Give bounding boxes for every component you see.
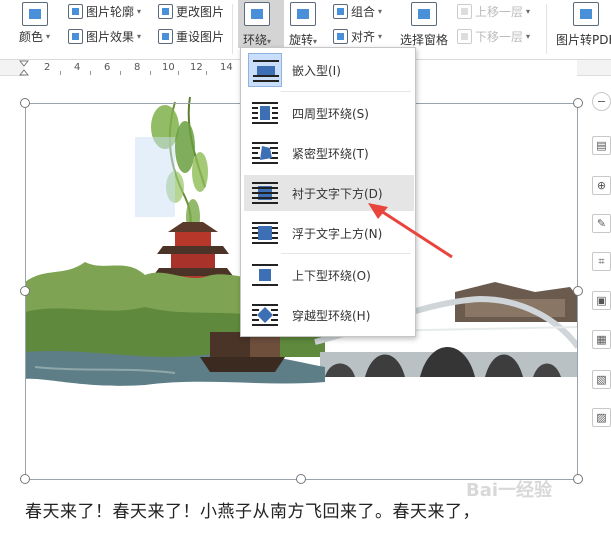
wrap-button[interactable]: 环绕▾ xyxy=(243,2,271,48)
menu-item-label: 上下型环绕(O) xyxy=(292,268,371,283)
menu-item-label: 四周型环绕(S) xyxy=(292,106,369,121)
resize-handle-e[interactable] xyxy=(573,286,583,296)
group-icon xyxy=(333,4,348,19)
picture-quick-tools: − ▤ ⊕ ✎ ⌗ ▣ ▦ ▧ ▨ xyxy=(590,92,611,440)
chevron-down-icon: ▾ xyxy=(526,32,531,41)
selpane-label: 选择窗格 xyxy=(400,33,449,47)
align-icon xyxy=(333,29,348,44)
color-dropdown[interactable]: 颜色 ▾ xyxy=(2,28,50,45)
send-backward-icon xyxy=(457,29,472,44)
collapse-icon[interactable]: − xyxy=(592,92,611,111)
menu-item-inline[interactable]: 嵌入型(I) xyxy=(244,52,414,88)
align-button[interactable]: 对齐 ▾ xyxy=(333,28,382,45)
wrap-dropdown-menu: 嵌入型(I) 四周型环绕(S) 紧密型环绕(T) 衬于文字下方(D) 浮于文字上… xyxy=(240,47,416,337)
bring-forward-button[interactable]: 上移一层 ▾ xyxy=(457,3,530,20)
effect-label: 图片效果 xyxy=(86,30,135,44)
color-icon xyxy=(22,2,48,26)
menu-item-through[interactable]: 穿越型环绕(H) xyxy=(244,297,414,333)
reset-picture-button[interactable]: 重设图片 xyxy=(158,28,224,45)
pdf-icon xyxy=(572,2,599,26)
picture-effect-icon xyxy=(68,29,83,44)
effect-button[interactable]: 图片效果 ▾ xyxy=(68,28,141,45)
color-button[interactable] xyxy=(22,2,48,31)
rotate-icon xyxy=(290,2,317,26)
rotate-button[interactable]: 旋转▾ xyxy=(289,2,317,48)
send-backward-label: 下移一层 xyxy=(475,30,524,44)
resize-handle-w[interactable] xyxy=(20,286,30,296)
chevron-down-icon: ▾ xyxy=(137,32,142,41)
to-pdf-label: 图片转PDF xyxy=(556,33,611,47)
send-backward-button[interactable]: 下移一层 ▾ xyxy=(457,28,530,45)
chevron-down-icon: ▾ xyxy=(378,32,383,41)
chevron-down-icon: ▾ xyxy=(313,37,318,46)
chevron-down-icon: ▾ xyxy=(526,7,531,16)
ruler-number: 14 xyxy=(220,62,233,73)
change-picture-icon xyxy=(158,4,173,19)
edit-picture-icon[interactable]: ✎ xyxy=(592,214,611,233)
group-button[interactable]: 组合 ▾ xyxy=(333,3,382,20)
wrap-through-icon xyxy=(248,298,282,332)
wrap-inline-icon xyxy=(248,53,282,87)
align-label: 对齐 xyxy=(351,30,376,44)
ruler-number: 4 xyxy=(74,62,81,73)
picture-style-icon[interactable]: ▦ xyxy=(592,330,611,349)
change-picture-button[interactable]: 更改图片 xyxy=(158,3,224,20)
chevron-down-icon: ▾ xyxy=(137,7,142,16)
menu-item-label: 紧密型环绕(T) xyxy=(292,146,369,161)
wrap-behind-text-icon xyxy=(248,176,282,210)
resize-handle-ne[interactable] xyxy=(573,98,583,108)
rotate-label: 旋转 xyxy=(289,33,314,47)
ruler-number: 8 xyxy=(134,62,141,73)
menu-item-label: 穿越型环绕(H) xyxy=(292,308,371,323)
layout-options-icon[interactable]: ▤ xyxy=(592,136,611,155)
to-pdf-button[interactable]: 图片转PDF xyxy=(556,2,611,48)
ruler-number: 10 xyxy=(162,62,175,73)
outline-label: 图片轮廓 xyxy=(86,5,135,19)
resize-handle-sw[interactable] xyxy=(20,474,30,484)
ruler-indent-marker[interactable] xyxy=(18,60,30,76)
wrap-top-bottom-icon xyxy=(248,258,282,292)
resize-handle-nw[interactable] xyxy=(20,98,30,108)
selection-pane-button[interactable]: 选择窗格 xyxy=(400,2,448,48)
bring-forward-icon xyxy=(457,4,472,19)
outline-button[interactable]: 图片轮廓 ▾ xyxy=(68,3,141,20)
chevron-down-icon: ▾ xyxy=(378,7,383,16)
chevron-down-icon: ▾ xyxy=(267,37,272,46)
chevron-down-icon: ▾ xyxy=(46,32,51,41)
picture-effect-icon[interactable]: ▨ xyxy=(592,408,611,427)
bring-forward-label: 上移一层 xyxy=(475,5,524,19)
group-label: 组合 xyxy=(351,5,376,19)
menu-item-square[interactable]: 四周型环绕(S) xyxy=(244,95,414,131)
picture-icon[interactable]: ▣ xyxy=(592,291,611,310)
reset-picture-icon xyxy=(158,29,173,44)
crop-icon[interactable]: ⌗ xyxy=(592,252,611,271)
menu-item-label: 嵌入型(I) xyxy=(292,63,341,78)
wrap-tight-icon xyxy=(248,136,282,170)
reset-label: 重设图片 xyxy=(176,30,225,44)
wrap-label: 环绕 xyxy=(243,33,268,47)
wrap-icon xyxy=(244,2,271,26)
zoom-in-icon[interactable]: ⊕ xyxy=(592,176,611,195)
menu-item-tight[interactable]: 紧密型环绕(T) xyxy=(244,135,414,171)
wrap-in-front-icon xyxy=(248,216,282,250)
color-label: 颜色 xyxy=(19,30,44,44)
resize-handle-se[interactable] xyxy=(573,474,583,484)
wrap-square-icon xyxy=(248,96,282,130)
resize-handle-s[interactable] xyxy=(296,474,306,484)
picture-extract-icon[interactable]: ▧ xyxy=(592,370,611,389)
document-body-text[interactable]: 春天来了！春天来了！小燕子从南方飞回来了。春天来了， xyxy=(25,497,480,522)
annotation-arrow xyxy=(368,203,453,259)
change-label: 更改图片 xyxy=(176,5,225,19)
ruler-number: 6 xyxy=(104,62,111,73)
ruler-number: 12 xyxy=(190,62,203,73)
ruler-number: 2 xyxy=(44,62,51,73)
picture-outline-icon xyxy=(68,4,83,19)
selection-pane-icon xyxy=(411,2,437,26)
